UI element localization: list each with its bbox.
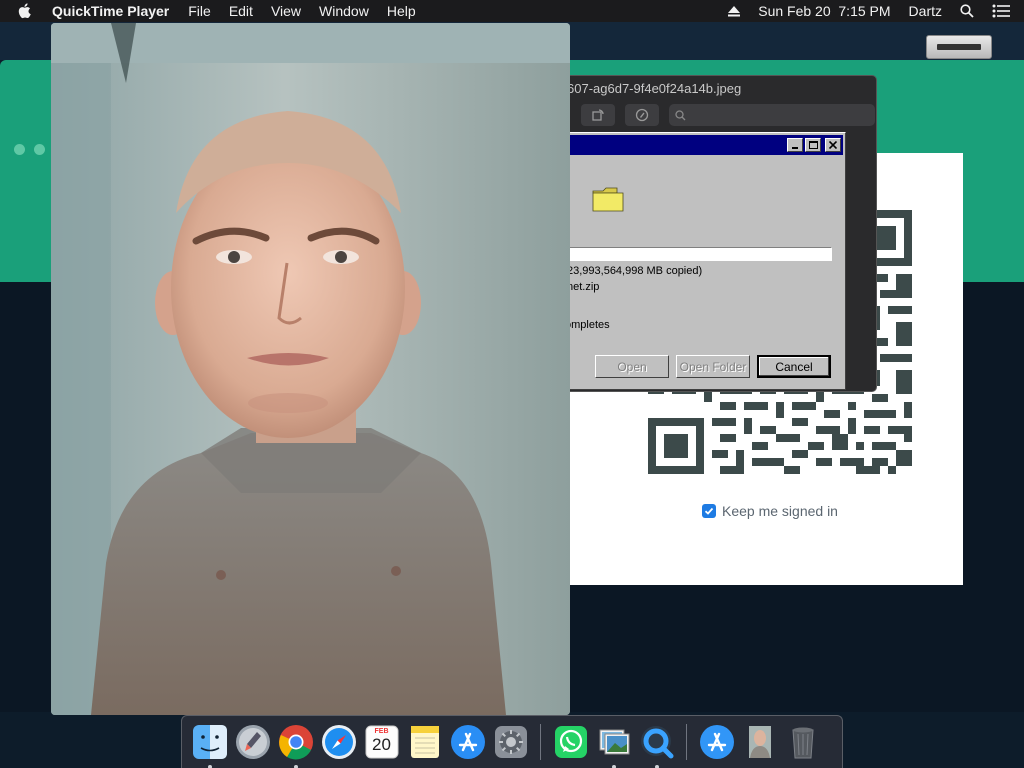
menubar-clock[interactable]: Sun Feb 20 7:15 PM xyxy=(758,3,890,19)
file-copy-dialog: 23,993,564,998 MB copied) net.zip omplet… xyxy=(544,132,846,390)
dock-safari[interactable] xyxy=(320,723,358,761)
copied-file-name: net.zip xyxy=(567,281,600,293)
eject-icon[interactable] xyxy=(728,5,741,17)
menu-file[interactable]: File xyxy=(188,3,211,19)
open-folder-button[interactable]: Open Folder xyxy=(676,355,750,378)
search-field[interactable] xyxy=(669,104,875,126)
maximize-icon xyxy=(808,141,818,149)
menu-bar: QuickTime Player File Edit View Window H… xyxy=(0,0,1024,22)
dock-whatsapp[interactable] xyxy=(552,723,590,761)
dock-trash[interactable] xyxy=(784,723,822,761)
notes-icon xyxy=(410,726,439,758)
window-control-dot[interactable] xyxy=(34,144,45,155)
dock-system-preferences[interactable] xyxy=(492,723,530,761)
dock-photo-thumbnail[interactable] xyxy=(741,723,779,761)
quicktime-icon xyxy=(640,726,673,759)
calendar-day: 20 xyxy=(372,735,391,754)
safari-icon xyxy=(321,725,356,759)
dock-calendar[interactable]: FEB 20 xyxy=(363,723,401,761)
menu-view[interactable]: View xyxy=(271,3,301,19)
menu-window[interactable]: Window xyxy=(319,3,369,19)
app-store-icon xyxy=(699,725,734,759)
notification-center-icon[interactable] xyxy=(992,4,1010,18)
chrome-icon xyxy=(278,725,313,760)
gear-icon xyxy=(494,726,527,758)
copy-progress-bar xyxy=(555,247,832,261)
folder-icon xyxy=(592,187,624,212)
keep-signed-in-label: Keep me signed in xyxy=(722,503,838,519)
photo-thumbnail-icon xyxy=(748,726,771,758)
menu-help[interactable]: Help xyxy=(387,3,416,19)
markup-icon xyxy=(635,108,649,122)
close-when-complete-label: ompletes xyxy=(565,319,610,331)
trash-icon xyxy=(791,727,814,759)
dock-separator xyxy=(686,724,687,760)
apple-menu-icon[interactable] xyxy=(17,3,39,19)
dock-chrome[interactable] xyxy=(277,723,315,768)
dock-finder[interactable] xyxy=(191,723,229,768)
dock-separator xyxy=(540,724,541,760)
preview-window-title: 607-ag6d7-9f4e0f24a14b.jpeg xyxy=(567,80,742,96)
quicktime-photo-window[interactable] xyxy=(51,23,570,715)
close-icon xyxy=(829,141,837,149)
menu-edit[interactable]: Edit xyxy=(229,3,253,19)
person-photo xyxy=(51,23,570,715)
dock-app-store-downloads[interactable] xyxy=(698,723,736,761)
app-name-menu[interactable]: QuickTime Player xyxy=(52,3,169,19)
open-button[interactable]: Open xyxy=(595,355,669,378)
cancel-button[interactable]: Cancel xyxy=(757,355,831,378)
rotate-button[interactable] xyxy=(581,104,615,126)
dock-app-store[interactable] xyxy=(449,723,487,761)
dock-launchpad[interactable] xyxy=(234,723,272,761)
preview-toolbar xyxy=(541,100,876,130)
maximize-button[interactable] xyxy=(805,138,821,152)
whatsapp-icon xyxy=(554,726,587,758)
dock-preview[interactable] xyxy=(595,723,633,768)
dock-notes[interactable] xyxy=(406,723,444,761)
search-icon xyxy=(675,109,686,120)
drive-icon[interactable] xyxy=(926,35,992,59)
window-control-dot[interactable] xyxy=(14,144,25,155)
markup-button[interactable] xyxy=(625,104,659,126)
minimize-icon xyxy=(792,147,798,149)
rotate-icon xyxy=(592,109,604,121)
calendar-month: FEB xyxy=(374,728,389,735)
dock: FEB 20 xyxy=(181,715,843,768)
spotlight-search-icon[interactable] xyxy=(960,4,974,18)
app-store-icon xyxy=(450,725,485,759)
keep-signed-in-checkbox[interactable] xyxy=(702,504,716,518)
menubar-user[interactable]: Dartz xyxy=(909,3,942,19)
dialog-titlebar xyxy=(547,135,843,155)
keep-signed-in-row[interactable]: Keep me signed in xyxy=(702,503,838,519)
minimize-button[interactable] xyxy=(787,138,803,152)
copied-amount-text: 23,993,564,998 MB copied) xyxy=(567,265,703,277)
close-when-complete-option[interactable]: ompletes xyxy=(565,319,610,331)
preview-icon xyxy=(599,729,629,755)
launchpad-icon xyxy=(235,725,270,759)
finder-icon xyxy=(192,725,227,759)
close-button[interactable] xyxy=(825,138,841,152)
dock-quicktime[interactable] xyxy=(638,723,676,768)
